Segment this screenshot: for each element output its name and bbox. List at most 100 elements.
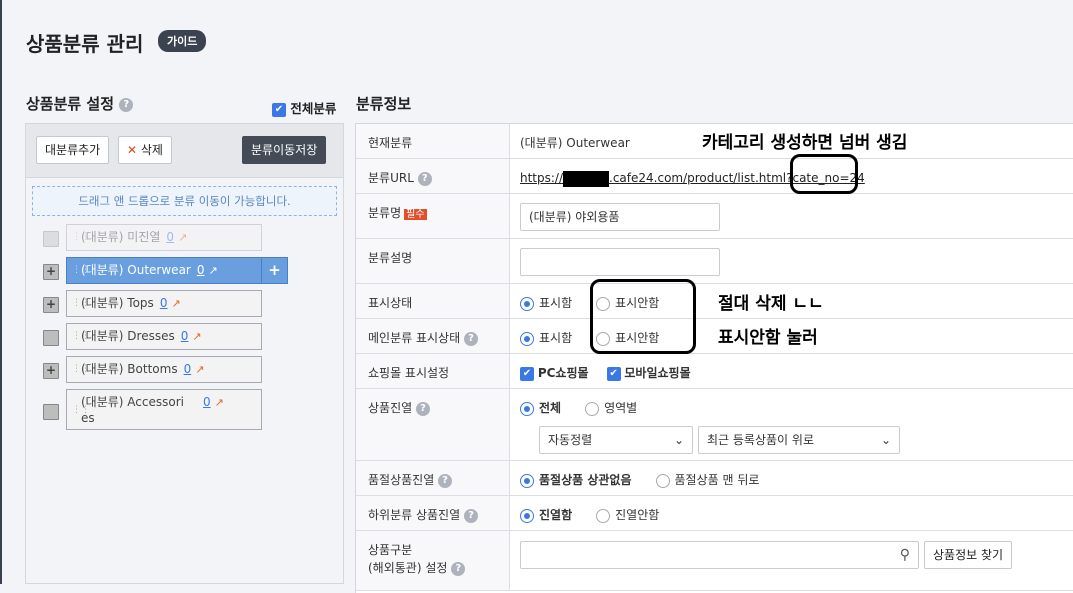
sub-opt1-label: 진열함 (539, 508, 573, 522)
by-area-radio[interactable]: 영역별 (585, 401, 638, 416)
redacted-block (563, 170, 610, 187)
find-product-info-button[interactable]: 상품정보 찾기 (924, 541, 1013, 569)
label: 분류명 필수 (356, 194, 510, 238)
all-radio[interactable]: 전체 (520, 401, 561, 416)
folder-icon (43, 231, 59, 247)
add-category-button[interactable]: 대분류추가 (36, 136, 110, 164)
node-count-link[interactable]: 0 (184, 362, 192, 376)
chevron-down-icon: ⌄ (880, 433, 891, 447)
row-display: 표시상태 표시함 표시안함 (356, 284, 1073, 319)
label: 분류URL ? (356, 159, 510, 193)
annotation-note: 표시안함 눌러 (718, 328, 818, 348)
tree-node[interactable]: ⋮⋮ (대분류) Dresses 0 ↗ (66, 323, 262, 350)
url-prefix: https:// (520, 171, 564, 185)
folder-icon (43, 330, 59, 346)
node-label: (대분류) Dresses (81, 329, 175, 343)
expand-folder-icon[interactable]: + (43, 297, 59, 313)
category-tree-panel: 대분류추가 ✕ 삭제 분류이동저장 드래그 앤 드롭으로 분류 이동이 가능합니… (25, 123, 344, 584)
help-icon[interactable]: ? (119, 97, 134, 112)
tree-node[interactable]: ⋮⋮ (대분류) Accessori es 0 ↗ (66, 389, 262, 430)
type-label-1: 상품구분 (368, 543, 413, 557)
external-link-icon[interactable]: ↗ (178, 231, 187, 244)
delete-button[interactable]: ✕ 삭제 (118, 136, 172, 164)
chevron-down-icon: ⌄ (673, 433, 684, 447)
label: 쇼핑몰 표시설정 (356, 354, 510, 388)
guide-button[interactable]: 가이드 (158, 30, 207, 52)
node-count-link[interactable]: 0 (160, 296, 168, 310)
show-label: 표시함 (539, 331, 573, 345)
tree-node[interactable]: ⋮⋮ (대분류) Bottoms 0 ↗ (66, 356, 262, 383)
by-area-label: 영역별 (604, 401, 638, 415)
help-icon[interactable]: ? (438, 473, 453, 488)
sort-select-2[interactable]: 최근 등록상품이 위로 ⌄ (698, 426, 900, 454)
sort2-value: 최근 등록상품이 위로 (707, 433, 814, 447)
node-count-link[interactable]: 0 (166, 230, 174, 244)
product-display-radios: 전체 영역별 (520, 399, 637, 417)
soldout-opt1-radio[interactable]: 품절상품 상관없음 (520, 473, 632, 488)
sub-opt2-label: 진열안함 (615, 508, 660, 522)
node-count-link[interactable]: 0 (203, 395, 211, 409)
row-product-display: 상품진열 ? 전체 영역별 자동정렬 ⌄ 최근 등록상품이 위로 ⌄ (356, 389, 1073, 461)
sort-select-1[interactable]: 자동정렬 ⌄ (539, 426, 693, 454)
sort1-value: 자동정렬 (548, 433, 593, 447)
expand-folder-icon[interactable]: + (43, 363, 59, 379)
external-link-icon[interactable]: ↗ (215, 396, 224, 409)
category-description-input[interactable] (520, 248, 720, 276)
window-edge (0, 0, 2, 584)
node-count-link[interactable]: 0 (181, 329, 189, 343)
info-section-title: 분류정보 (356, 95, 412, 113)
sub-label: 하위분류 상품진열 (368, 508, 461, 522)
current-category-value: (대분류) Outerwear (520, 136, 630, 150)
help-icon[interactable]: ? (463, 331, 478, 346)
node-count-link[interactable]: 0 (197, 263, 205, 277)
save-move-button[interactable]: 분류이동저장 (242, 136, 327, 164)
sub-opt1-radio[interactable]: 진열함 (520, 508, 573, 523)
external-link-icon[interactable]: ↗ (195, 363, 204, 376)
category-name-input[interactable]: (대분류) 야외용품 (520, 203, 720, 231)
soldout-label: 품절상품진열 (368, 473, 435, 487)
help-icon[interactable]: ? (451, 561, 466, 576)
page-title: 상품분류 관리 (26, 32, 144, 56)
tree-node[interactable]: ⋮⋮ (대분류) 미진열 0 ↗ (66, 224, 262, 251)
help-icon[interactable]: ? (463, 508, 478, 523)
row-name: 분류명 필수 (대분류) 야외용품 (356, 194, 1073, 239)
label: 메인분류 표시상태 ? (356, 319, 510, 353)
mobile-checkbox[interactable]: ✔ 모바일쇼핑몰 (606, 366, 691, 381)
node-label: (대분류) 미진열 (81, 230, 161, 244)
all-category-checkbox[interactable]: ✔ 전체분류 (272, 98, 336, 117)
soldout-radios: 품절상품 상관없음 품절상품 맨 뒤로 (520, 471, 759, 489)
label: 품절상품진열 ? (356, 461, 510, 495)
node-label: (대분류) Tops (81, 296, 154, 310)
row-soldout: 품절상품진열 ? 품절상품 상관없음 품절상품 맨 뒤로 (356, 461, 1073, 496)
external-link-icon[interactable]: ↗ (171, 297, 180, 310)
all-category-label: 전체분류 (290, 101, 337, 116)
sub-opt2-radio[interactable]: 진열안함 (596, 508, 660, 523)
tree-node[interactable]: ⋮⋮ (대분류) Tops 0 ↗ (66, 290, 262, 317)
help-icon[interactable]: ? (416, 401, 430, 416)
help-icon[interactable]: ? (417, 171, 432, 186)
pc-checkbox[interactable]: ✔ PC쇼핑몰 (520, 366, 589, 381)
expand-folder-icon[interactable]: + (43, 264, 59, 280)
node-label: (대분류) Bottoms (81, 362, 178, 376)
annotation-circle (790, 154, 858, 194)
search-icon[interactable]: ⚲ (900, 542, 910, 568)
product-type-search-input[interactable]: ⚲ (520, 541, 919, 569)
checkbox-checked-icon: ✔ (272, 102, 286, 117)
tree-node-selected[interactable]: ⋮⋮ (대분류) Outerwear 0 ↗ + (66, 257, 288, 284)
drag-drop-hint: 드래그 앤 드롭으로 분류 이동이 가능합니다. (32, 186, 337, 216)
annotation-note: 카테고리 생성하면 넘버 생김 (702, 133, 908, 153)
show-radio[interactable]: 표시함 (520, 331, 573, 346)
show-radio[interactable]: 표시함 (520, 296, 572, 311)
left-section-title: 상품분류 설정 ? (26, 93, 134, 114)
close-icon: ✕ (127, 143, 138, 157)
label: 상품구분 (해외통관) 설정 ? (356, 531, 510, 590)
annotation-note: 절대 삭제 ㄴㄴ (718, 294, 824, 314)
row-url: 분류URL ? https://.cafe24.com/product/list… (356, 159, 1073, 194)
external-link-icon[interactable]: ↗ (192, 330, 201, 343)
external-link-icon[interactable]: ↗ (209, 264, 218, 277)
row-sub: 하위분류 상품진열 ? 진열함 진열안함 (356, 496, 1073, 531)
row-desc: 분류설명 (356, 239, 1073, 284)
delete-label: 삭제 (140, 143, 163, 157)
add-subcategory-icon[interactable]: + (261, 258, 287, 283)
soldout-opt2-radio[interactable]: 품절상품 맨 뒤로 (655, 473, 759, 488)
